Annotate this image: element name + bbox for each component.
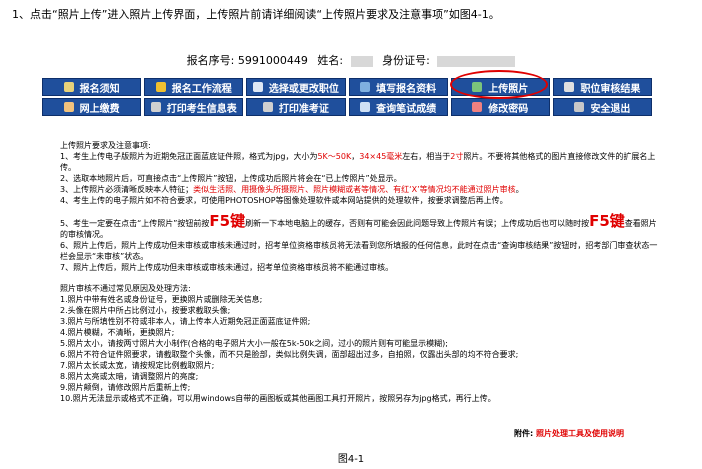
rule-3-warning: 类似生活照、用摄像头所摄照片、照片模糊或者等情况、有红‘X’等情况均不能通过照片… bbox=[193, 185, 516, 194]
rule-3-text: 3、上传照片必须清晰反映本人特征； bbox=[60, 185, 194, 194]
nav-label: 打印准考证 bbox=[278, 103, 329, 115]
fail-item: 1.照片中带有姓名或身份证号，更换照片或删除无关信息; bbox=[60, 295, 263, 304]
fail-heading: 照片审核不通过常见原因及处理方法: bbox=[60, 284, 191, 293]
nav-label: 职位审核结果 bbox=[580, 83, 641, 95]
fail-item: 2.头像在照片中所占比例过小，按要求截取头像; bbox=[60, 306, 231, 315]
search-icon bbox=[360, 102, 371, 112]
requirements-heading: 上传照片要求及注意事项: bbox=[60, 141, 151, 150]
nav-row-1: 报名须知 报名工作流程 选择或更改职位 填写报名资料 上传照片 职位审核结果 bbox=[42, 78, 653, 96]
book-icon bbox=[63, 82, 74, 92]
attachment-label: 附件: bbox=[514, 429, 534, 438]
rule-7: 7、照片上传后，照片上传成功但未审核或审核未通过，招考单位资格审核员将不能通过审… bbox=[60, 263, 394, 272]
fail-item: 6.照片不符合证件照要求，请截取整个头像，而不只是脸部，类似比例失调，面部超出过… bbox=[60, 350, 519, 359]
name-value-redacted bbox=[350, 55, 373, 67]
nav-query-score[interactable]: 查询笔试成绩 bbox=[348, 98, 448, 116]
print-icon bbox=[262, 102, 273, 112]
rule-5-f5-key-2: F5键 bbox=[589, 212, 625, 230]
rule-3: 3、上传照片必须清晰反映本人特征；类似生活照、用摄像头所摄照片、照片模糊或者等情… bbox=[60, 184, 660, 195]
main-nav: 报名须知 报名工作流程 选择或更改职位 填写报名资料 上传照片 职位审核结果 网… bbox=[42, 78, 653, 118]
name-label: 姓名: bbox=[317, 54, 344, 67]
registration-info: 报名序号: 5991000449 姓名: 身份证号: bbox=[0, 52, 702, 68]
rule-3-end: 。 bbox=[515, 185, 524, 194]
reg-value: 5991000449 bbox=[237, 54, 308, 67]
rule-5-f5-key: F5键 bbox=[209, 212, 246, 230]
nav-print-admission[interactable]: 打印准考证 bbox=[246, 98, 346, 116]
nav-label: 查询笔试成绩 bbox=[376, 103, 437, 115]
upload-requirements: 上传照片要求及注意事项: 1、考生上传电子版照片为近期免冠正面蓝底证件照，格式为… bbox=[60, 140, 660, 404]
workflow-icon bbox=[155, 82, 166, 92]
fail-item: 10.照片无法显示或格式不正确，可以用windows自带的画图板或其他画图工具打… bbox=[60, 394, 496, 403]
rule-6: 6、照片上传后，照片上传成功但未审核或审核未通过时，招考单位资格审核员将无法看到… bbox=[60, 241, 658, 261]
fail-item: 9.照片颠倒，请修改照片后重新上传; bbox=[60, 383, 191, 392]
nav-change-password[interactable]: 修改密码 bbox=[450, 98, 550, 116]
exit-icon bbox=[574, 102, 585, 112]
fail-item: 5.照片太小，请按两寸照片大小制作(合格的电子照片大小一般在5k-50k之间，过… bbox=[60, 339, 448, 348]
rule-1-size: 5K～50K bbox=[317, 152, 352, 161]
nav-fill-info[interactable]: 填写报名资料 bbox=[348, 78, 448, 96]
rule-4: 4、考生上传的电子照片如不符合要求，可使用PHOTOSHOP等图像处理软件或本网… bbox=[60, 196, 508, 205]
nav-label: 选择或更改职位 bbox=[268, 83, 339, 95]
nav-label: 报名工作流程 bbox=[171, 83, 232, 95]
rule-1-dimension: 34×45毫米 bbox=[359, 152, 403, 161]
nav-label: 打印考生信息表 bbox=[166, 103, 237, 115]
fail-item: 4.照片模糊，不清晰，更换照片; bbox=[60, 328, 175, 337]
position-icon bbox=[252, 82, 263, 92]
user-icon bbox=[63, 102, 74, 112]
attachment-note: 附件: 照片处理工具及使用说明 bbox=[514, 428, 624, 439]
nav-label: 填写报名资料 bbox=[376, 83, 437, 95]
nav-label: 修改密码 bbox=[488, 103, 529, 115]
rule-5-text-2: 刷新一下本地电脑上的缓存，否则有可能会因此问题导致上传照片有误；上传成功后也可以… bbox=[245, 219, 590, 228]
password-icon bbox=[472, 102, 483, 112]
rule-1-text: 1、考生上传电子版照片为近期免冠正面蓝底证件照，格式为jpg，大小为 bbox=[60, 152, 318, 161]
rule-5-text: 5、考生一定要在点击“上传照片”按钮前按 bbox=[60, 219, 210, 228]
nav-registration-notice[interactable]: 报名须知 bbox=[42, 78, 142, 96]
fail-item: 8.照片太亮或太暗，请调整照片的亮度; bbox=[60, 372, 199, 381]
print-icon bbox=[150, 102, 161, 112]
nav-label: 网上缴费 bbox=[79, 103, 120, 115]
nav-online-payment[interactable]: 网上缴费 bbox=[42, 98, 142, 116]
fail-item: 7.照片太长或太宽，请按规定比例截取照片; bbox=[60, 361, 215, 370]
nav-select-position[interactable]: 选择或更改职位 bbox=[246, 78, 346, 96]
key-icon bbox=[564, 82, 575, 92]
id-label: 身份证号: bbox=[382, 54, 430, 67]
rule-1-text-2: 左右，相当于 bbox=[402, 152, 451, 161]
upload-photo-highlight bbox=[450, 70, 548, 99]
rule-5: 5、考生一定要在点击“上传照片”按钮前按F5键刷新一下本地电脑上的缓存，否则有可… bbox=[60, 214, 660, 240]
pen-icon bbox=[360, 82, 371, 92]
id-value-redacted bbox=[437, 55, 516, 67]
photo-tool-link[interactable]: 照片处理工具及使用说明 bbox=[536, 429, 624, 438]
reg-label: 报名序号: bbox=[186, 54, 235, 67]
rule-1: 1、考生上传电子版照片为近期免冠正面蓝底证件照，格式为jpg，大小为5K～50K… bbox=[60, 151, 660, 173]
nav-logout[interactable]: 安全退出 bbox=[552, 98, 653, 116]
nav-workflow[interactable]: 报名工作流程 bbox=[144, 78, 244, 96]
figure-caption: 图4-1 bbox=[337, 454, 365, 465]
doc-intro: 1、点击“照片上传”进入照片上传界面，上传照片前请详细阅读“上传照片要求及注意事… bbox=[12, 8, 500, 21]
rule-1-inch: 2寸 bbox=[450, 152, 464, 161]
nav-print-info[interactable]: 打印考生信息表 bbox=[144, 98, 244, 116]
fail-item: 3.照片与所填性别不符或非本人，请上传本人近期免冠正面蓝底证件照; bbox=[60, 317, 311, 326]
nav-label: 报名须知 bbox=[79, 83, 120, 95]
nav-review-result[interactable]: 职位审核结果 bbox=[552, 78, 653, 96]
rule-2: 2、选取本地照片后，可直接点击“上传照片”按钮，上传成功后照片将会在“已上传照片… bbox=[60, 174, 402, 183]
nav-row-2: 网上缴费 打印考生信息表 打印准考证 查询笔试成绩 修改密码 安全退出 bbox=[42, 98, 653, 116]
nav-label: 安全退出 bbox=[590, 103, 631, 115]
